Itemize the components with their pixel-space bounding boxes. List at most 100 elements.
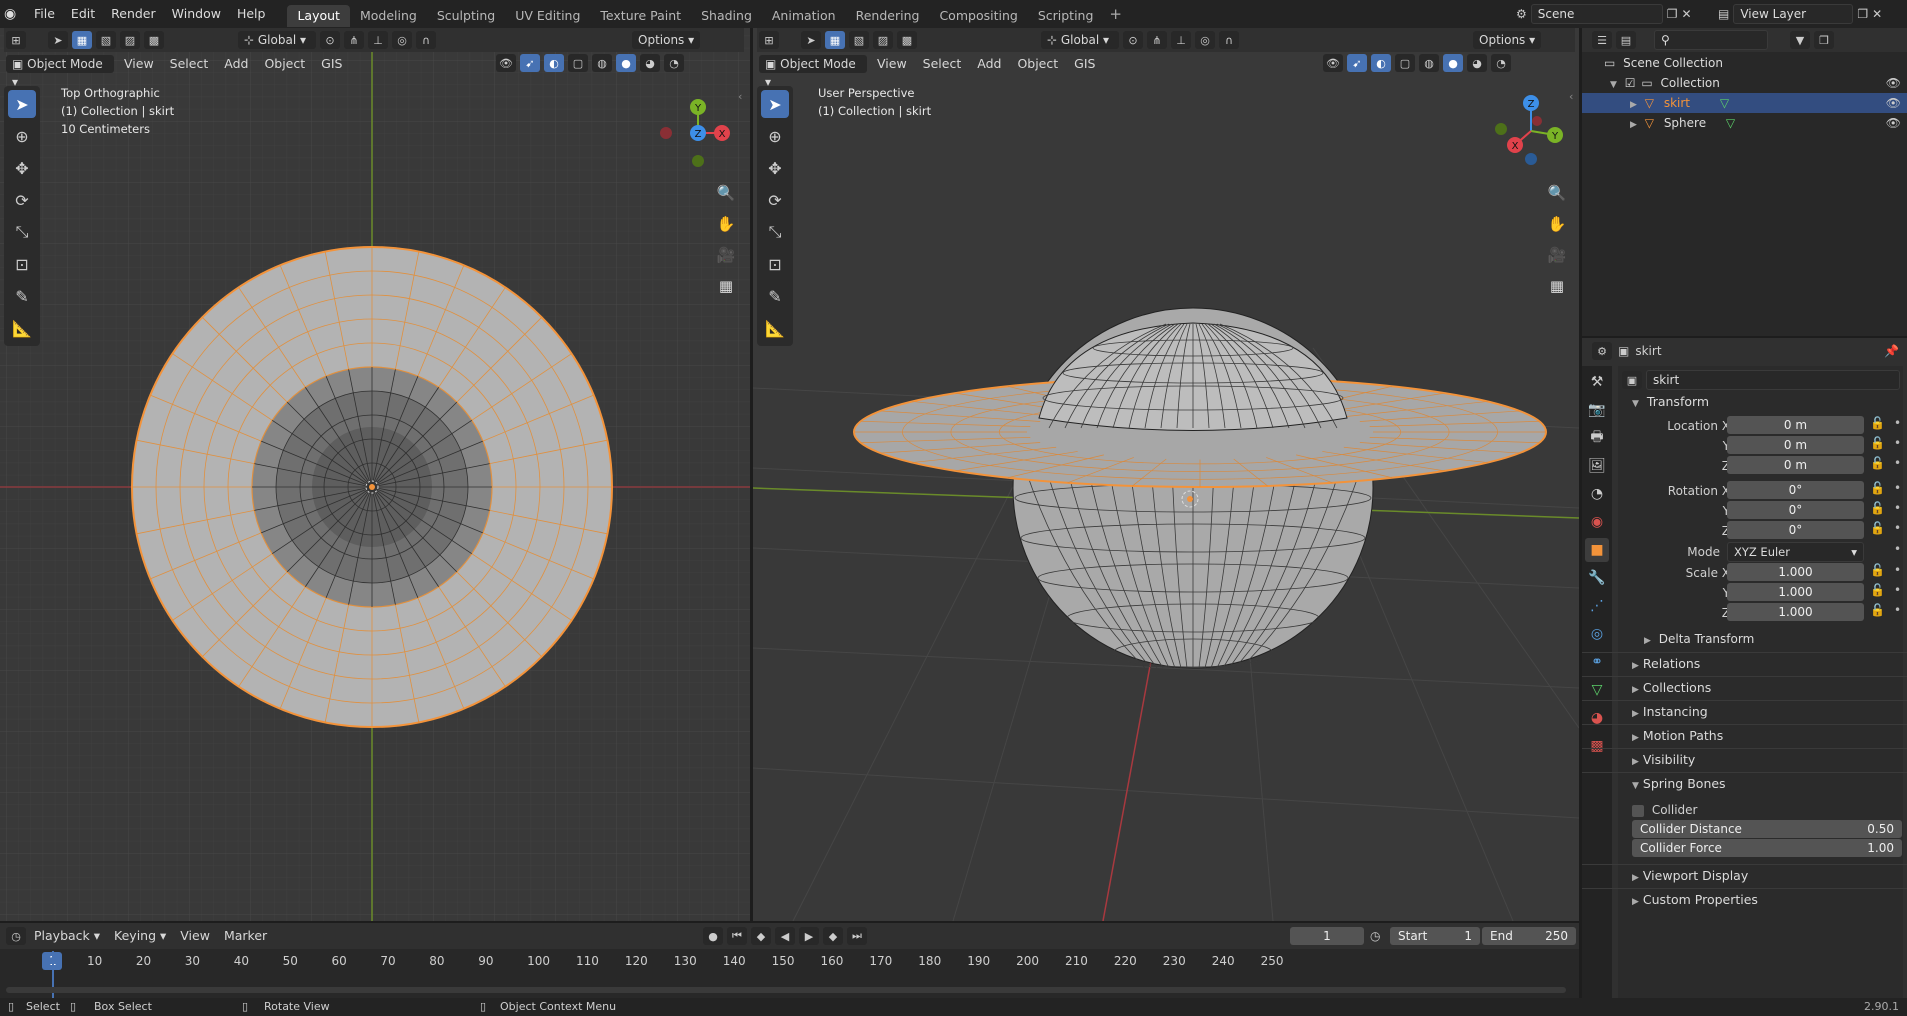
scale-x-lock-icon[interactable]: 🔓 (1870, 563, 1885, 577)
scale-y-field[interactable]: 1.000 (1727, 583, 1864, 601)
pan-hand-icon[interactable]: ✋ (713, 211, 739, 237)
remove-scene-icon[interactable]: ✕ (1682, 7, 1692, 21)
display-mode-icon[interactable]: ▤ (1616, 31, 1636, 49)
select-subtract-icon[interactable]: ▨ (120, 31, 140, 49)
skirt-mesh-data-icon[interactable]: ▽ (1720, 96, 1729, 110)
blender-logo-icon[interactable]: ◉ (4, 6, 26, 22)
shading-render-icon[interactable]: ◔ (664, 54, 684, 72)
tab-animation[interactable]: Animation (762, 5, 846, 27)
panel-spring-bones[interactable]: ▼ Spring Bones (1582, 772, 1907, 794)
location-z-field[interactable]: 0 m (1727, 456, 1864, 474)
rotation-mode-dropdown[interactable]: XYZ Euler ▾ (1727, 542, 1864, 562)
viewport-right[interactable]: ⊞ ➤ ▦ ▧ ▨ ▩ ⊹ Global ▾ ⊙ ⋔ ⊥ ◎ ∩ Options… (753, 28, 1579, 921)
outliner-editor-icon[interactable]: ☰ (1592, 31, 1612, 49)
right-select-box-mode-icon[interactable]: ▦ (825, 31, 845, 49)
location-x-lock-icon[interactable]: 🔓 (1870, 416, 1885, 430)
outliner-search-input[interactable]: ⚲ (1654, 30, 1768, 50)
current-frame-field[interactable]: 1 (1290, 927, 1364, 945)
remove-view-layer-icon[interactable]: ✕ (1872, 7, 1882, 21)
checkbox-icon[interactable]: ☑ (1625, 76, 1636, 90)
play-reverse-icon[interactable]: ◀ (775, 927, 795, 945)
scale-y-keyframe-icon[interactable]: • (1894, 583, 1901, 597)
right-menu-select[interactable]: Select (917, 54, 968, 74)
right-shading-solid-icon[interactable]: ● (1443, 54, 1463, 72)
timeline-menu-keying[interactable]: Keying ▾ (108, 926, 172, 946)
sphere-mesh-data-icon[interactable]: ▽ (1726, 116, 1735, 130)
panel-relations[interactable]: ▶ Relations (1582, 652, 1907, 674)
annotate-tool-icon[interactable]: ✎ (8, 282, 36, 310)
copy-scene-icon[interactable]: ❐ (1667, 7, 1678, 21)
right-scale-tool-icon[interactable]: ⤡ (761, 218, 789, 246)
right-zoom-icon[interactable]: 🔍 (1544, 180, 1570, 206)
right-snap-icon[interactable]: ⋔ (1147, 31, 1167, 49)
left-menu-object[interactable]: Object (258, 54, 311, 74)
viewport-left[interactable]: ▣ Object Mode ▾ View Select Add Object G… (0, 28, 750, 921)
location-z-lock-icon[interactable]: 🔓 (1870, 456, 1885, 470)
snap-target-icon[interactable]: ⊥ (368, 31, 388, 49)
cursor-tool-icon[interactable]: ⊕ (8, 122, 36, 150)
menu-render[interactable]: Render (103, 0, 164, 28)
clock-icon[interactable]: ◷ (1370, 929, 1380, 943)
tab-compositing[interactable]: Compositing (929, 5, 1027, 27)
right-xray-icon[interactable]: ▢ (1395, 54, 1415, 72)
right-select-extend-icon[interactable]: ▧ (849, 31, 869, 49)
rotation-x-lock-icon[interactable]: 🔓 (1870, 481, 1885, 495)
menu-file[interactable]: File (26, 0, 63, 28)
rotate-tool-icon[interactable]: ⟳ (8, 186, 36, 214)
select-extend-icon[interactable]: ▧ (96, 31, 116, 49)
menu-window[interactable]: Window (164, 0, 229, 28)
timeline-editor-icon[interactable]: ◷ (6, 927, 26, 945)
object-browse-icon[interactable]: ▣ (1622, 371, 1642, 389)
falloff-icon[interactable]: ∩ (416, 31, 436, 49)
next-keyframe-icon[interactable]: ◆ (823, 927, 843, 945)
left-viewport-canvas[interactable] (0, 28, 750, 921)
outliner-scene-collection[interactable]: ▭ Scene Collection (1582, 53, 1907, 73)
overlay-toggle-icon[interactable]: ◐ (544, 54, 564, 72)
panel-transform[interactable]: ▼ Transform (1582, 391, 1907, 413)
left-menu-gis[interactable]: GIS (315, 54, 348, 74)
left-mode-dropdown[interactable]: ▣ Object Mode ▾ (6, 55, 114, 89)
shading-material-icon[interactable]: ◕ (640, 54, 660, 72)
menu-help[interactable]: Help (229, 0, 274, 28)
right-move-tool-icon[interactable]: ✥ (761, 154, 789, 182)
right-visibility-icon[interactable]: 👁 (1323, 54, 1343, 72)
prev-keyframe-icon[interactable]: ◆ (751, 927, 771, 945)
tab-scripting[interactable]: Scripting (1028, 5, 1104, 27)
right-measure-tool-icon[interactable]: 📐 (761, 314, 789, 342)
panel-instancing[interactable]: ▶ Instancing (1582, 700, 1907, 722)
left-sidebar-toggle-icon[interactable]: ‹ (738, 90, 742, 103)
rotation-z-field[interactable]: 0° (1727, 521, 1864, 539)
view-layer-field[interactable]: View Layer (1733, 4, 1854, 24)
record-icon[interactable]: ● (703, 927, 723, 945)
right-nav-gizmo[interactable]: Z Y X (1489, 83, 1577, 173)
right-select-subtract-icon[interactable]: ▨ (873, 31, 893, 49)
right-shading-wire-icon[interactable]: ◍ (1419, 54, 1439, 72)
right-menu-view[interactable]: View (871, 54, 913, 74)
skirt-expand-icon[interactable]: ▶ (1630, 100, 1637, 110)
rotation-x-keyframe-icon[interactable]: • (1894, 481, 1901, 495)
left-transform-orientation[interactable]: ⊹ Global ▾ (238, 31, 316, 49)
right-sidebar-toggle-icon[interactable]: ‹ (1569, 90, 1573, 103)
timeline-menu-playback[interactable]: Playback ▾ (28, 926, 106, 946)
jump-start-icon[interactable]: ⏮ (727, 927, 747, 945)
timeline-menu-view[interactable]: View (174, 926, 216, 946)
right-menu-gis[interactable]: GIS (1068, 54, 1101, 74)
tab-texture-paint[interactable]: Texture Paint (590, 5, 691, 27)
end-frame-field[interactable]: End 250 (1482, 927, 1576, 945)
measure-tool-icon[interactable]: 📐 (8, 314, 36, 342)
right-shading-render-icon[interactable]: ◔ (1491, 54, 1511, 72)
outliner-collection[interactable]: ▼ ☑ ▭ Collection 👁 (1582, 73, 1907, 93)
xray-icon[interactable]: ▢ (568, 54, 588, 72)
shading-solid-icon[interactable]: ● (616, 54, 636, 72)
rotation-y-field[interactable]: 0° (1727, 501, 1864, 519)
right-transform-tool-icon[interactable]: ⊡ (761, 250, 789, 278)
right-overlay-toggle-icon[interactable]: ◐ (1371, 54, 1391, 72)
right-viewport-canvas[interactable] (753, 28, 1579, 921)
right-perspective-grid-icon[interactable]: ▦ (1544, 273, 1570, 299)
properties-editor-icon[interactable]: ⚙ (1592, 342, 1612, 360)
panel-collections[interactable]: ▶ Collections (1582, 676, 1907, 698)
filter-icon[interactable]: ▼ (1790, 31, 1810, 49)
right-mode-dropdown[interactable]: ▣ Object Mode ▾ (759, 55, 867, 89)
scale-y-lock-icon[interactable]: 🔓 (1870, 583, 1885, 597)
tab-modeling[interactable]: Modeling (350, 5, 427, 27)
